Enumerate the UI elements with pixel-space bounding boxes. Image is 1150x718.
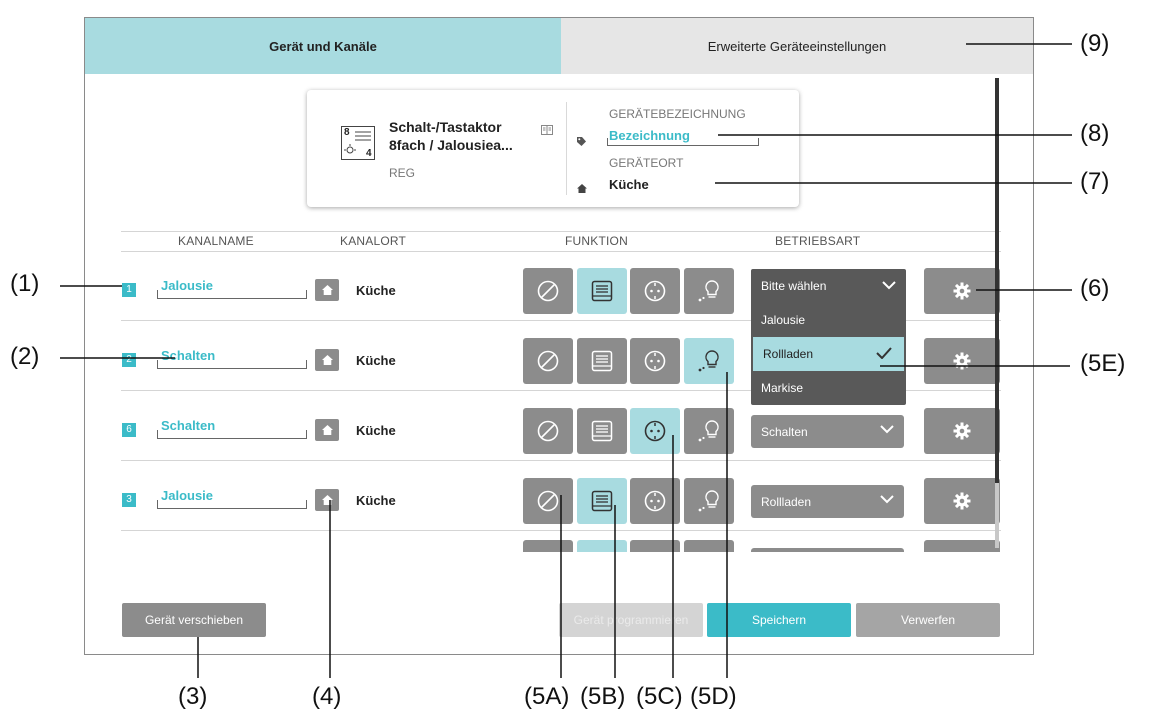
callout-6: (6) (1080, 275, 1110, 302)
callout-4: (4) (312, 683, 342, 710)
callout-2: (2) (10, 343, 40, 370)
callout-5b: (5B) (580, 683, 626, 710)
callout-9: (9) (1080, 30, 1110, 57)
callout-5c: (5C) (636, 683, 683, 710)
callout-3: (3) (178, 683, 208, 710)
callout-5a: (5A) (524, 683, 570, 710)
callout-5e: (5E) (1080, 350, 1126, 377)
callout-5d: (5D) (690, 683, 737, 710)
callout-lines (60, 43, 1072, 678)
callout-7: (7) (1080, 168, 1110, 195)
callout-8: (8) (1080, 120, 1110, 147)
callout-1: (1) (10, 270, 40, 297)
